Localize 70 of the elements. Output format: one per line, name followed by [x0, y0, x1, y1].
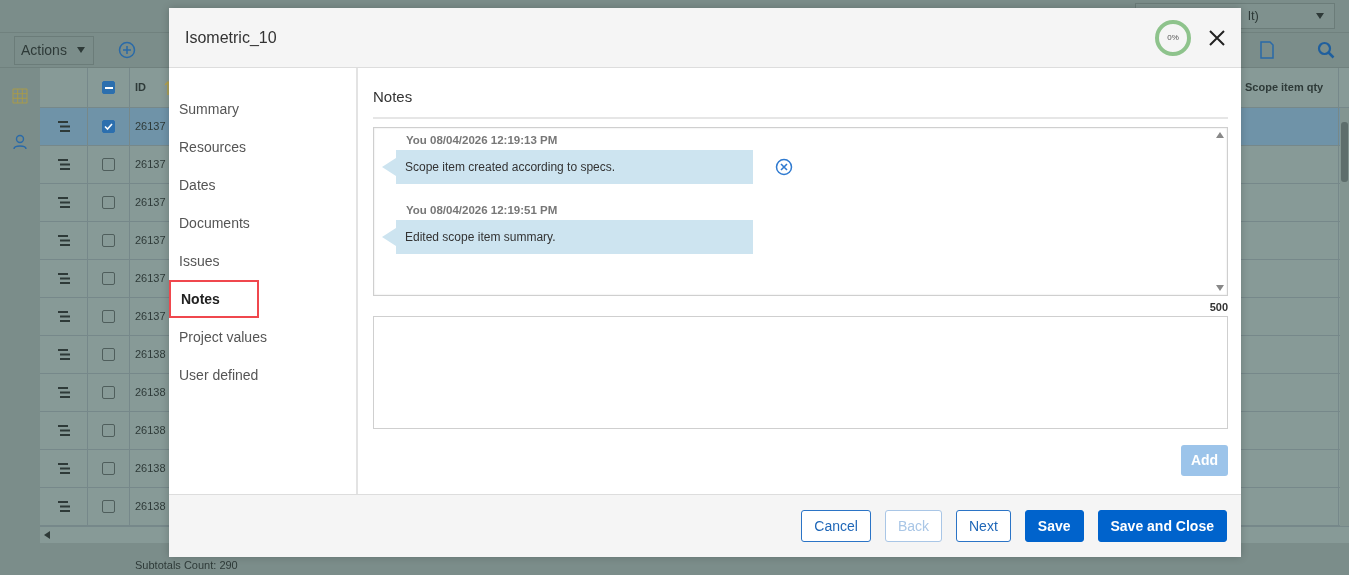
row-checkbox[interactable] [102, 272, 115, 285]
nav-item[interactable]: Issues [169, 242, 259, 280]
nav-item[interactable]: Resources [169, 128, 259, 166]
footer-button[interactable]: Cancel [801, 510, 871, 542]
note-text: Scope item created according to specs. [405, 158, 616, 176]
row-checkbox[interactable] [102, 462, 115, 475]
caret-icon [77, 47, 85, 53]
subtotals-text: Subtotals Count: 290 [135, 557, 238, 573]
scroll-up-icon[interactable] [1216, 131, 1224, 138]
progress-ring: 0% [1155, 19, 1191, 56]
table-cell-text: 26138 [135, 385, 166, 401]
select-all-checkbox[interactable] [102, 81, 115, 94]
search-icon[interactable] [1317, 41, 1335, 59]
drag-handle-icon[interactable] [57, 235, 70, 246]
scrollbar[interactable] [1340, 108, 1349, 526]
table-cell-text: 26137 [135, 195, 166, 211]
drag-handle-icon[interactable] [57, 501, 70, 512]
drag-handle-icon[interactable] [57, 121, 70, 132]
actions-dropdown[interactable]: Actions [14, 35, 94, 65]
nav-item[interactable]: Summary [169, 90, 259, 128]
row-checkbox[interactable] [102, 310, 115, 323]
dialog-title: Isometric_10 [185, 27, 277, 48]
drag-handle-icon[interactable] [57, 349, 70, 360]
note-text: Edited scope item summary. [405, 228, 556, 246]
nav-item[interactable]: Dates [169, 166, 259, 204]
character-counter: 500 [1209, 300, 1228, 313]
footer-button[interactable]: Next [956, 510, 1011, 542]
scroll-down-icon[interactable] [1216, 284, 1224, 291]
drag-handle-icon[interactable] [57, 425, 70, 436]
nav-item[interactable]: User defined [169, 356, 269, 394]
nav-item[interactable]: Project values [169, 318, 277, 356]
row-checkbox[interactable] [102, 348, 115, 361]
table-cell-text: 26138 [135, 461, 166, 477]
note-input-field[interactable] [373, 315, 1228, 429]
nav-item[interactable]: Notes [169, 280, 259, 318]
note-meta: You 08/04/2026 12:19:13 PM [406, 132, 559, 148]
caret-icon [1316, 13, 1324, 19]
table-cell-text: 26137 [135, 233, 166, 249]
drag-handle-icon[interactable] [57, 273, 70, 284]
section-title: Notes [373, 86, 1228, 119]
footer-button[interactable]: Save and Close [1097, 510, 1227, 542]
close-button[interactable] [1207, 27, 1227, 48]
column-header[interactable]: ID [135, 79, 146, 96]
minus-icon [104, 86, 113, 89]
column-header[interactable]: Scope item qty [1245, 79, 1324, 96]
table-cell-text: 26138 [135, 499, 166, 515]
table-cell-text: 26137 [135, 119, 166, 135]
row-checkbox[interactable] [102, 500, 115, 513]
row-checkbox[interactable] [102, 234, 115, 247]
delete-icon[interactable] [775, 157, 793, 176]
row-checkbox[interactable] [102, 158, 115, 171]
row-checkbox[interactable] [102, 196, 115, 209]
row-checkbox[interactable] [102, 120, 115, 133]
scroll-left-icon[interactable] [44, 531, 50, 539]
table-cell-text: 26137 [135, 271, 166, 287]
drag-handle-icon[interactable] [57, 159, 70, 170]
drag-handle-icon[interactable] [57, 387, 70, 398]
note-meta: You 08/04/2026 12:19:51 PM [406, 202, 559, 218]
checkmark-icon [104, 122, 113, 131]
table-cell-text: 26137 [135, 309, 166, 325]
table-cell-text: 26137 [135, 157, 166, 173]
drag-handle-icon[interactable] [57, 311, 70, 322]
drag-handle-icon[interactable] [57, 463, 70, 474]
row-checkbox[interactable] [102, 424, 115, 437]
drag-handle-icon[interactable] [57, 197, 70, 208]
table-cell-text: 26138 [135, 423, 166, 439]
nav-item[interactable]: Documents [169, 204, 260, 242]
footer-button[interactable]: Save [1024, 510, 1084, 542]
table-cell-text: 26138 [135, 347, 166, 363]
row-checkbox[interactable] [102, 386, 115, 399]
